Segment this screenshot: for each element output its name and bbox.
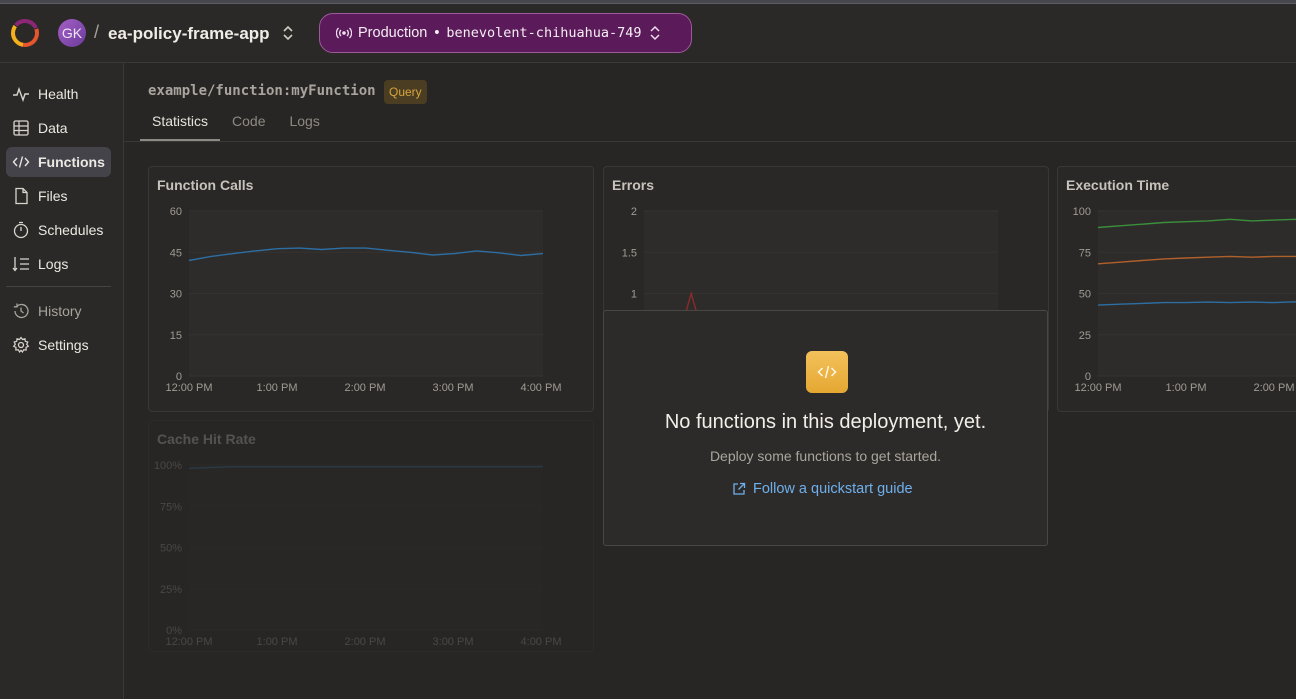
chevron-up-down-icon[interactable] <box>282 24 294 42</box>
y-tick-label: 50 <box>1079 289 1091 301</box>
x-tick-label: 2:00 PM <box>345 382 386 394</box>
y-tick-label: 25 <box>1079 330 1091 342</box>
external-link-icon <box>733 482 746 495</box>
execution-time-card: Execution Time 100 75 50 25 0 12:00 PM 1:00 PM… <box>1057 166 1296 412</box>
y-tick-label: 75 <box>1079 247 1091 259</box>
function-type-badge: Query <box>384 80 427 104</box>
tab-bar: Statistics Code Logs <box>140 111 332 141</box>
sidebar-item-files[interactable]: Files <box>6 181 111 211</box>
function-path: example/function:myFunction <box>148 83 376 99</box>
chevron-up-down-icon <box>650 25 661 41</box>
code-icon <box>12 156 30 168</box>
x-tick-label: 4:00 PM <box>521 636 562 648</box>
sidebar-item-functions[interactable]: Functions <box>6 147 111 177</box>
x-tick-label: 12:00 PM <box>165 382 212 394</box>
file-icon <box>15 187 28 205</box>
empty-state-title: No functions in this deployment, yet. <box>664 411 987 433</box>
sidebar-item-label: Schedules <box>38 222 104 238</box>
cache-hit-rate-chart: 100%75%50%25%0%12:00 PM 1:00 PM 2:00 PM 3:0… <box>154 460 562 648</box>
sidebar: Health Data Functions Files Schedules Lo… <box>0 63 124 699</box>
tab-code[interactable]: Code <box>220 111 277 141</box>
sidebar-item-logs[interactable]: Logs <box>6 249 111 279</box>
y-tick-label: 30 <box>170 289 182 301</box>
sidebar-item-label: Settings <box>38 337 89 353</box>
x-tick-label: 12:00 PM <box>1074 382 1121 394</box>
x-tick-label: 12:00 PM <box>165 636 212 648</box>
x-tick-label: 1:00 PM <box>1166 382 1207 394</box>
sidebar-divider <box>6 286 111 287</box>
table-icon <box>13 120 29 136</box>
y-tick-label: 45 <box>170 247 182 259</box>
x-tick-label: 3:00 PM <box>433 382 474 394</box>
code-icon <box>806 351 848 393</box>
y-tick-label: 50% <box>160 543 182 555</box>
y-tick-label: 1 <box>631 289 637 301</box>
history-icon <box>13 303 29 319</box>
project-name[interactable]: ea-policy-frame-app <box>108 24 270 44</box>
x-tick-label: 2:00 PM <box>345 636 386 648</box>
logs-icon <box>12 257 29 272</box>
tab-statistics[interactable]: Statistics <box>140 111 221 141</box>
top-header: GK / ea-policy-frame-app Production • be… <box>0 4 1296 63</box>
sidebar-item-label: Data <box>38 120 68 136</box>
y-tick-label: 2 <box>631 206 637 218</box>
y-tick-label: 100% <box>154 460 182 472</box>
quickstart-link[interactable]: Follow a quickstart guide <box>732 481 913 497</box>
convex-logo-icon[interactable] <box>10 18 40 48</box>
sidebar-item-history[interactable]: History <box>6 296 111 326</box>
y-tick-label: 100 <box>1073 206 1091 218</box>
gear-icon <box>12 336 30 354</box>
stopwatch-icon <box>13 221 29 239</box>
sidebar-item-label: Health <box>38 86 79 102</box>
empty-state-subtitle: Deploy some functions to get started. <box>709 448 942 464</box>
y-tick-label: 25% <box>160 584 182 596</box>
sidebar-item-data[interactable]: Data <box>6 113 111 143</box>
function-calls-chart: 60453015012:00 PM 1:00 PM 2:00 PM 3:00 PM 4:… <box>165 206 562 394</box>
x-tick-label: 1:00 PM <box>257 382 298 394</box>
y-tick-label: 75% <box>160 501 182 513</box>
tabs-divider <box>124 141 1296 142</box>
x-tick-label: 4:00 PM <box>521 382 562 394</box>
sidebar-item-label: Files <box>38 188 68 204</box>
x-tick-label: 3:00 PM <box>433 636 474 648</box>
y-tick-label: 15 <box>170 330 182 342</box>
quickstart-link-label: Follow a quickstart guide <box>753 481 913 497</box>
empty-state-panel: No functions in this deployment, yet. De… <box>603 310 1048 546</box>
deployment-selector[interactable]: Production • benevolent-chihuahua-749 <box>319 13 692 53</box>
deployment-dot: • <box>434 25 440 41</box>
x-tick-label: 1:00 PM <box>257 636 298 648</box>
deployment-name: benevolent-chihuahua-749 <box>446 25 642 41</box>
sidebar-item-schedules[interactable]: Schedules <box>6 215 111 245</box>
deployment-type: Production <box>358 25 428 41</box>
avatar[interactable]: GK <box>58 19 86 47</box>
sidebar-item-label: History <box>38 303 82 319</box>
sidebar-item-label: Logs <box>38 256 69 272</box>
y-tick-label: 1.5 <box>622 247 637 259</box>
cache-hit-rate-card: Cache Hit Rate 100% 75% 50% 25% 0% 12:00 PM 1:… <box>148 420 594 652</box>
function-calls-card: Function Calls 60 45 30 15 0 12:00 PM 1:00 PM 2… <box>148 166 594 412</box>
pulse-icon <box>13 86 29 103</box>
x-tick-label: 2:00 PM <box>1254 382 1295 394</box>
breadcrumb-separator: / <box>94 22 100 42</box>
sidebar-item-health[interactable]: Health <box>6 79 111 109</box>
execution-time-chart: 100755025012:00 PM 1:00 PM 2:00 PM <box>1073 206 1296 394</box>
sidebar-item-label: Functions <box>38 154 105 170</box>
tab-logs[interactable]: Logs <box>277 111 331 141</box>
y-tick-label: 60 <box>170 206 182 218</box>
sidebar-item-settings[interactable]: Settings <box>6 330 111 360</box>
broadcast-icon <box>336 27 352 39</box>
